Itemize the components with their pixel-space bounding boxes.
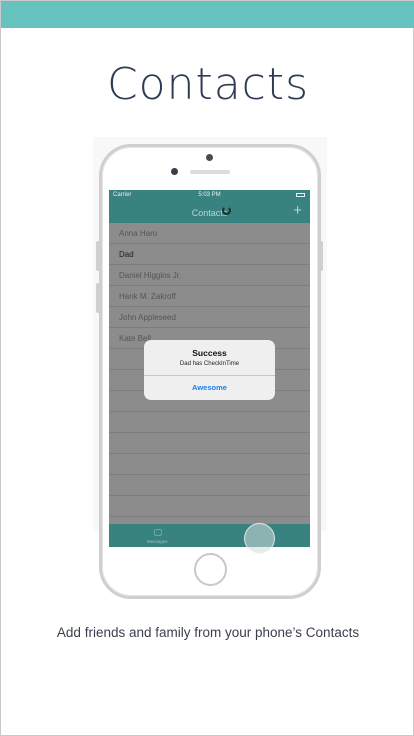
contact-name: John Appleseed: [119, 313, 176, 322]
contact-name: Daniel Higgins Jr.: [119, 271, 182, 280]
tab-bar: Messages: [109, 524, 310, 547]
alert-awesome-button[interactable]: Awesome: [144, 376, 275, 400]
power-button: [319, 241, 323, 271]
success-alert: Success Dad has CheckInTime Awesome: [144, 340, 275, 400]
home-button[interactable]: [194, 553, 227, 586]
caption: Add friends and family from your phone’s…: [56, 625, 360, 640]
speaker-slit: [190, 170, 230, 174]
alert-message: Dad has CheckInTime: [179, 361, 240, 367]
contact-row[interactable]: [109, 433, 310, 454]
activity-spinner-icon: [222, 206, 231, 215]
contact-row[interactable]: [109, 412, 310, 433]
alert-title: Success: [192, 348, 227, 358]
add-contact-button[interactable]: +: [293, 201, 302, 221]
volume-down-button: [96, 283, 100, 313]
earpiece-dot: [206, 154, 213, 161]
volume-up-button: [96, 241, 100, 271]
contact-name: Dad: [119, 250, 134, 259]
contact-row[interactable]: Daniel Higgins Jr.: [109, 265, 310, 286]
contact-row[interactable]: [109, 454, 310, 475]
contact-row[interactable]: Hank M. Zakroff: [109, 286, 310, 307]
contact-row[interactable]: John Appleseed: [109, 307, 310, 328]
contact-row[interactable]: Dad: [109, 244, 310, 265]
contact-name: Hank M. Zakroff: [119, 292, 176, 301]
tap-indicator: [244, 523, 275, 554]
top-color-band: [1, 1, 414, 28]
front-camera: [171, 168, 178, 175]
contact-row[interactable]: Anna Haro: [109, 223, 310, 244]
headline: Contacts: [106, 59, 310, 110]
messages-icon[interactable]: [154, 529, 162, 536]
battery-icon: [296, 193, 305, 197]
status-bar: Carrier 5:03 PM: [109, 190, 310, 200]
app-store-screenshot: Contacts Carrier 5:03 PM Contacts + Anna…: [0, 0, 414, 736]
nav-bar: Contacts +: [109, 200, 310, 223]
contact-row[interactable]: [109, 496, 310, 517]
contact-name: Anna Haro: [119, 229, 158, 238]
tab-messages-label[interactable]: Messages: [147, 539, 168, 544]
status-time: 5:03 PM: [198, 192, 221, 198]
contact-row[interactable]: [109, 475, 310, 496]
